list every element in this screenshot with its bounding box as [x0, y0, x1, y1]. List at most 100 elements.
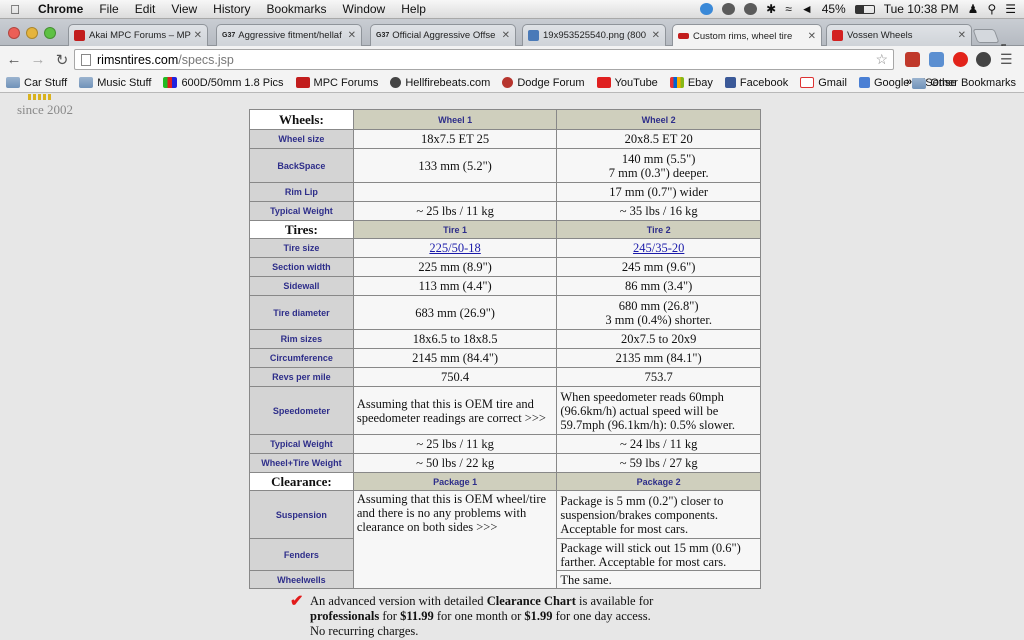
section-wheels: Wheels:	[249, 109, 354, 130]
tab-vossen-wheels[interactable]: Vossen Wheels ✕	[826, 24, 972, 46]
close-tab-icon[interactable]: ✕	[194, 30, 202, 41]
col-wheel-2: Wheel 2	[556, 109, 761, 130]
battery-icon[interactable]	[854, 4, 875, 14]
bluetooth-icon[interactable]: ✱	[766, 2, 776, 16]
translate-icon[interactable]	[929, 52, 944, 67]
forward-icon[interactable]: →	[28, 51, 48, 68]
twitter-icon[interactable]	[700, 3, 714, 15]
label-section-width: Section width	[249, 257, 354, 277]
tab-aggressive-fitment[interactable]: G37 Aggressive fitment/hellaf ✕	[216, 24, 362, 46]
image-favicon-icon	[528, 30, 539, 41]
gmail-icon	[800, 77, 815, 88]
bookmark-other-bookmarks[interactable]: Other Bookmarks	[912, 77, 1016, 89]
close-tab-icon[interactable]: ✕	[502, 30, 510, 41]
tire2-revs: 753.7	[556, 367, 761, 387]
wifi-icon[interactable]: ≈	[785, 2, 792, 16]
tire1-sidewall: 113 mm (4.4")	[352, 276, 558, 296]
back-icon[interactable]: ←	[4, 51, 24, 68]
menu-edit[interactable]: Edit	[127, 2, 164, 16]
spotlight-icon[interactable]: ⚲	[987, 2, 996, 16]
section-tires: Tires:	[249, 220, 354, 239]
tab-akai-mpc-forums[interactable]: Akai MPC Forums – MPC ✕	[68, 24, 208, 46]
browser-toolbar: ← → ↻ rimsntires.com/specs.jsp ☆ ☰	[0, 46, 1024, 73]
menu-help[interactable]: Help	[393, 2, 434, 16]
tire2-size-link[interactable]: 245/35-20	[633, 241, 684, 255]
close-tab-icon[interactable]: ✕	[958, 30, 966, 41]
bookmark-facebook[interactable]: Facebook	[724, 77, 788, 89]
clearance-chart-note: ✔ An advanced version with detailed Clea…	[290, 593, 654, 639]
col-package-1: Package 1	[352, 472, 558, 491]
ebay-icon	[669, 77, 684, 88]
bookmark-dodge-forum[interactable]: Dodge Forum	[502, 77, 585, 89]
clock[interactable]: Tue 10:38 PM	[884, 2, 959, 16]
menu-app-chrome[interactable]: Chrome	[30, 2, 91, 16]
minimize-window-button[interactable]	[26, 27, 38, 39]
tire1-diameter: 683 mm (26.9")	[352, 295, 558, 330]
notification-center-icon[interactable]: ☰	[1005, 2, 1016, 16]
menu-icon[interactable]: ☰	[1000, 52, 1015, 67]
menu-history[interactable]: History	[205, 2, 258, 16]
window-controls	[8, 27, 56, 39]
close-tab-icon[interactable]: ✕	[348, 30, 356, 41]
status-area: ✱ ≈ ◄ 45% Tue 10:38 PM ♟ ⚲ ☰	[700, 2, 1024, 16]
tire2-diameter: 680 mm (26.8") 3 mm (0.4%) shorter.	[556, 295, 761, 330]
label-sidewall: Sidewall	[249, 276, 354, 296]
zoom-window-button[interactable]	[44, 27, 56, 39]
bookmark-car-stuff[interactable]: Car Stuff	[6, 77, 67, 89]
sync-icon[interactable]	[722, 3, 736, 15]
bookmark-600d-pics[interactable]: 600D/50mm 1.8 Pics	[163, 77, 284, 89]
dodge-icon	[502, 77, 514, 88]
label-rim-lip: Rim Lip	[249, 182, 354, 202]
wheel2-backspace: 140 mm (5.5") 7 mm (0.3") deeper.	[556, 148, 761, 183]
package2-wheelwells: The same.	[556, 570, 761, 589]
bookmark-music-stuff[interactable]: Music Stuff	[79, 77, 151, 89]
label-suspension: Suspension	[249, 490, 354, 539]
bookmark-youtube[interactable]: YouTube	[596, 77, 658, 89]
extension-red-icon[interactable]	[905, 52, 920, 67]
label-wheel-tire-weight: Wheel+Tire Weight	[249, 453, 354, 473]
label-circumference: Circumference	[249, 348, 354, 368]
address-bar[interactable]: rimsntires.com/specs.jsp ☆	[74, 49, 894, 70]
time-machine-icon[interactable]	[744, 3, 758, 15]
bookmark-ebay[interactable]: Ebay	[669, 77, 713, 89]
bookmark-gmail[interactable]: Gmail	[800, 77, 847, 89]
tab-official-aggressive-offset[interactable]: G37 Official Aggressive Offse ✕	[370, 24, 516, 46]
volume-icon[interactable]: ◄	[801, 2, 813, 16]
car-favicon-icon	[678, 33, 689, 39]
bookmark-hellfirebeats[interactable]: Hellfirebeats.com	[390, 77, 490, 89]
tire2-circumference: 2135 mm (84.1")	[556, 348, 761, 368]
tab-custom-rims[interactable]: Custom rims, wheel tire ✕	[672, 24, 822, 47]
label-tire-weight: Typical Weight	[249, 434, 354, 454]
url-host: rimsntires.com	[97, 52, 179, 67]
menu-file[interactable]: File	[91, 2, 126, 16]
user-icon[interactable]: ♟	[968, 2, 979, 16]
tire1-speedometer: Assuming that this is OEM tire and speed…	[352, 386, 558, 435]
tire1-weight: ~ 25 lbs / 11 kg	[352, 434, 558, 454]
menu-window[interactable]: Window	[335, 2, 394, 16]
bookmarks-bar: Car Stuff Music Stuff 600D/50mm 1.8 Pics…	[0, 73, 1024, 93]
bookmarks-overflow-chevron[interactable]: »	[906, 76, 912, 88]
label-tire-size: Tire size	[249, 238, 354, 258]
apple-menu-icon[interactable]: 	[0, 2, 30, 17]
reload-icon[interactable]: ↻	[52, 51, 72, 69]
label-tire-diameter: Tire diameter	[249, 295, 354, 330]
wheel1-rim-lip	[352, 182, 558, 202]
mpc-favicon-icon	[74, 30, 85, 41]
bookmark-star-icon[interactable]: ☆	[875, 51, 888, 68]
menu-bookmarks[interactable]: Bookmarks	[259, 2, 335, 16]
close-window-button[interactable]	[8, 27, 20, 39]
tire1-section-width: 225 mm (8.9")	[352, 257, 558, 277]
new-tab-button[interactable]	[972, 29, 1000, 43]
tire2-section-width: 245 mm (9.6")	[556, 257, 761, 277]
menu-view[interactable]: View	[163, 2, 205, 16]
opera-extension-icon[interactable]	[953, 52, 968, 67]
close-tab-icon[interactable]: ✕	[652, 30, 660, 41]
folder-icon	[79, 77, 94, 88]
close-tab-icon[interactable]: ✕	[808, 31, 816, 42]
tire1-size-link[interactable]: 225/50-18	[429, 241, 480, 255]
tire2-speedometer: When speedometer reads 60mph (96.6km/h) …	[556, 386, 761, 435]
tab-image-png[interactable]: 19x953525540.png (800 ✕	[522, 24, 666, 46]
tire2-size-cell: 245/35-20	[556, 238, 761, 258]
bookmark-mpc-forums[interactable]: MPC Forums	[295, 77, 378, 89]
extension-dark-icon[interactable]	[976, 52, 991, 67]
